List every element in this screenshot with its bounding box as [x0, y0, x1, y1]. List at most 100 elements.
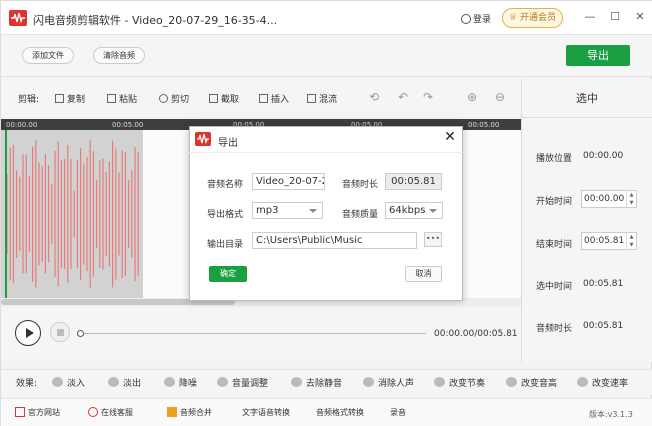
fx-label: 去除静音: [306, 379, 343, 389]
audio-name-input[interactable]: Video_20-07-29: [252, 173, 325, 190]
fx-label: 改变音高: [521, 379, 558, 389]
duration-value: 00:05.81: [583, 321, 624, 331]
end-time-input[interactable]: 00:05.81 ▲ ▼: [581, 232, 637, 250]
support-icon: [88, 407, 98, 417]
end-time-value: 00:05.81: [584, 236, 625, 246]
fade-out-icon: [108, 377, 119, 387]
app-window: 闪电音频剪辑软件 - Video_20-07-29_16-35-4... 登录 …: [0, 0, 652, 426]
paste-button[interactable]: 粘贴: [107, 92, 137, 105]
cut-label: 剪切: [171, 95, 190, 105]
footer-label: 音频合并: [180, 408, 212, 417]
audio-duration-label: 音频时长: [342, 180, 379, 190]
close-icon[interactable]: ✕: [442, 129, 458, 145]
monitor-icon: [15, 407, 25, 417]
minimize-icon[interactable]: —: [583, 10, 597, 24]
volume-button[interactable]: 音量调整: [217, 376, 268, 389]
fx-label: 消除人声: [378, 379, 415, 389]
login-button[interactable]: 登录: [461, 12, 491, 25]
start-time-input[interactable]: 00:00.00 ▲ ▼: [581, 190, 637, 208]
add-file-button[interactable]: 添加文件: [22, 47, 74, 64]
audio-name-label: 音频名称: [207, 180, 244, 190]
fx-label: 淡入: [67, 379, 86, 389]
close-icon[interactable]: ✕: [633, 10, 647, 24]
audio-duration-field: 00:05.81: [385, 173, 442, 190]
ok-button[interactable]: 确定: [209, 266, 247, 282]
paste-label: 粘贴: [119, 95, 138, 105]
playhead-line[interactable]: [5, 130, 7, 306]
change-tempo-button[interactable]: 改变节奏: [434, 376, 485, 389]
remove-vocals-button[interactable]: 消除人声: [363, 376, 414, 389]
timeline-tick: 00:05.00: [468, 121, 500, 129]
audio-quality-value: 64kbps: [389, 205, 426, 216]
merge-icon: [167, 407, 177, 417]
rate-icon: [577, 377, 588, 387]
mix-button[interactable]: 混流: [307, 92, 337, 105]
format-convert-link[interactable]: 音频格式转换: [316, 407, 364, 418]
footer-label: 在线客服: [101, 408, 133, 417]
spinner-arrows-icon[interactable]: ▲ ▼: [626, 191, 636, 207]
start-time-value: 00:00.00: [584, 194, 625, 204]
copy-icon: [55, 94, 64, 103]
playback-progress-track[interactable]: [81, 333, 426, 334]
record-link[interactable]: 录音: [390, 407, 406, 418]
fade-in-icon: [52, 377, 63, 387]
playback-progress-knob[interactable]: [77, 330, 84, 337]
export-button[interactable]: 导出: [566, 45, 630, 66]
cut-button[interactable]: 剪切: [159, 92, 189, 105]
reset-icon[interactable]: ⟲: [367, 90, 381, 104]
redo-icon[interactable]: ↷: [421, 90, 435, 104]
remove-silence-button[interactable]: 去除静音: [291, 376, 342, 389]
fade-in-button[interactable]: 淡入: [52, 376, 85, 389]
edit-label: 剪辑:: [18, 95, 40, 105]
audio-quality-label: 音频质量: [342, 210, 379, 220]
audio-quality-select[interactable]: 64kbps: [385, 202, 443, 219]
zoom-out-icon[interactable]: ⊖: [493, 90, 507, 104]
timeline-tick: 00:05.00: [112, 121, 144, 129]
stop-icon[interactable]: [50, 322, 70, 342]
export-format-value: mp3: [256, 205, 279, 216]
browse-button[interactable]: •••: [424, 232, 442, 247]
change-pitch-button[interactable]: 改变音高: [506, 376, 557, 389]
text-to-speech-link[interactable]: 文字语音转换: [242, 407, 290, 418]
crop-icon: [209, 94, 218, 103]
selection-panel: [521, 79, 652, 362]
fx-label: 降噪: [179, 379, 198, 389]
play-icon[interactable]: [15, 320, 41, 346]
denoise-button[interactable]: 降噪: [164, 376, 197, 389]
fx-label: 音量调整: [232, 379, 269, 389]
output-dir-input[interactable]: C:\Users\Public\Music: [252, 232, 417, 249]
mute-icon: [291, 377, 302, 387]
dialog-title: 导出: [218, 138, 238, 149]
official-site-link[interactable]: 官方网站: [15, 407, 60, 418]
crop-label: 截取: [221, 95, 240, 105]
mix-icon: [307, 94, 316, 103]
selected-time-value: 00:05.81: [583, 279, 624, 289]
timeline-tick: 00:00.00: [6, 121, 38, 129]
paste-icon: [107, 94, 116, 103]
insert-icon: [259, 94, 268, 103]
denoise-icon: [164, 377, 175, 387]
crown-icon: ♕: [509, 13, 518, 23]
undo-icon[interactable]: ↶: [396, 90, 410, 104]
output-dir-label: 输出目录: [207, 240, 244, 250]
fx-label: 淡出: [123, 379, 142, 389]
online-support-link[interactable]: 在线客服: [88, 407, 133, 418]
audio-merge-link[interactable]: 音频合并: [167, 407, 212, 418]
window-title: 闪电音频剪辑软件 - Video_20-07-29_16-35-4...: [33, 14, 278, 27]
mix-label: 混流: [319, 95, 338, 105]
fade-out-button[interactable]: 淡出: [108, 376, 141, 389]
vip-button[interactable]: ♕ 开通会员: [502, 8, 563, 28]
clear-audio-button[interactable]: 清除音频: [93, 47, 145, 64]
pitch-icon: [506, 377, 517, 387]
zoom-in-icon[interactable]: ⊕: [465, 90, 479, 104]
insert-button[interactable]: 插入: [259, 92, 289, 105]
change-rate-button[interactable]: 改变速率: [577, 376, 628, 389]
vip-label: 开通会员: [519, 13, 556, 23]
crop-button[interactable]: 截取: [209, 92, 239, 105]
export-format-select[interactable]: mp3: [252, 202, 323, 219]
maximize-icon[interactable]: ☐: [608, 10, 622, 24]
spinner-arrows-icon[interactable]: ▲ ▼: [626, 233, 636, 249]
copy-button[interactable]: 复制: [55, 92, 85, 105]
user-icon: [461, 14, 471, 24]
cancel-button[interactable]: 取消: [405, 266, 442, 282]
